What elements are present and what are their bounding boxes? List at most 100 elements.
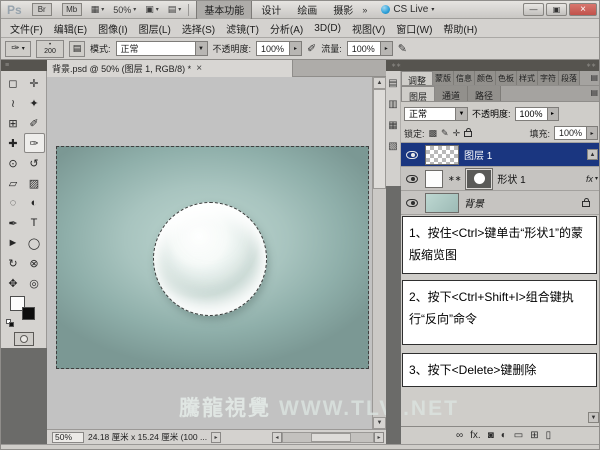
menu-item[interactable]: 图像(I)	[94, 19, 131, 38]
flow-input[interactable]: 100% ▸	[347, 41, 393, 56]
panel-drag-bar[interactable]: ∗∗ ∗∗	[386, 60, 600, 71]
visibility-toggle[interactable]	[404, 199, 420, 207]
close-tab-icon[interactable]: ×	[196, 63, 202, 74]
background-color-swatch[interactable]	[22, 307, 35, 320]
status-options-icon[interactable]: ▸	[211, 432, 221, 443]
tab-paths[interactable]: 路径	[468, 86, 501, 101]
layer-opacity-input[interactable]: 100% ▸	[515, 107, 559, 121]
arrange-documents-button[interactable]: ▦ ▾	[91, 4, 105, 15]
layer-thumbnail[interactable]	[425, 170, 443, 188]
eraser-tool[interactable]: ▱	[3, 173, 24, 193]
lock-all-icon[interactable]	[464, 131, 472, 137]
workspace-overflow-button[interactable]: »	[362, 5, 367, 15]
scrollbar-thumb[interactable]	[311, 433, 351, 442]
quick-selection-tool[interactable]: ✦	[24, 93, 45, 113]
mask-link-icon[interactable]: ∗∗	[448, 174, 461, 183]
tab-swatches[interactable]: 色板	[496, 71, 517, 85]
horizontal-scrollbar[interactable]: ◂ ▸	[272, 432, 384, 443]
gradient-tool[interactable]: ▨	[24, 173, 45, 193]
layer-thumbnail[interactable]	[425, 145, 459, 165]
new-layer-icon[interactable]: ⊞	[530, 431, 538, 441]
path-selection-tool[interactable]: ►	[3, 233, 24, 253]
layers-scroll-up-icon[interactable]: ▲	[587, 149, 598, 160]
tab-masks[interactable]: 蒙版	[433, 71, 454, 85]
menu-item[interactable]: 窗口(W)	[392, 19, 436, 38]
workspace-design[interactable]: 设计	[254, 0, 288, 19]
screen-mode-button[interactable]: ▣ ▾	[145, 4, 159, 15]
menu-item[interactable]: 滤镜(T)	[222, 19, 263, 38]
clone-stamp-tool[interactable]: ⊙	[3, 153, 24, 173]
bridge-button[interactable]: Br	[32, 3, 52, 16]
tab-channels[interactable]: 通道	[435, 86, 468, 101]
tab-styles[interactable]: 样式	[517, 71, 538, 85]
menu-item[interactable]: 帮助(H)	[439, 19, 481, 38]
menu-item[interactable]: 3D(D)	[310, 21, 345, 36]
scrollbar-thumb[interactable]	[373, 89, 386, 189]
cs-live-button[interactable]: CS Live ▾	[381, 4, 434, 15]
menu-item[interactable]: 视图(V)	[348, 19, 389, 38]
document-tab[interactable]: 背景.psd @ 50% (图层 1, RGB/8) * ×	[47, 60, 293, 77]
layer-blend-mode-select[interactable]: 正常 ▼	[404, 107, 468, 121]
scroll-right-icon[interactable]: ▸	[374, 432, 384, 443]
layer-row-shape1[interactable]: ∗∗ 形状 1 fx ▾	[401, 167, 600, 191]
zoom-level-dropdown[interactable]: 50% ▾	[113, 5, 136, 15]
quick-mask-button[interactable]	[14, 332, 34, 346]
visibility-toggle[interactable]	[404, 151, 420, 159]
close-button[interactable]: ×	[569, 3, 597, 16]
scroll-up-icon[interactable]: ▲	[373, 77, 386, 89]
tab-character[interactable]: 字符	[538, 71, 559, 85]
layer-fill-input[interactable]: 100% ▸	[554, 126, 598, 140]
layer-thumbnail[interactable]	[425, 193, 459, 213]
lock-transparency-icon[interactable]: ▩	[429, 128, 438, 139]
dock-panel-icon-1[interactable]: ▤	[388, 79, 397, 89]
tab-info[interactable]: 信息	[454, 71, 475, 85]
workspace-photography[interactable]: 摄影	[326, 0, 360, 19]
mini-bridge-button[interactable]: Mb	[62, 3, 82, 16]
blur-tool[interactable]: ◌	[3, 193, 24, 213]
type-tool[interactable]: T	[24, 213, 45, 233]
hand-tool[interactable]: ✥	[3, 273, 24, 293]
layer-row-background[interactable]: 背景	[401, 191, 600, 215]
tab-paragraph[interactable]: 段落	[559, 71, 580, 85]
workspace-essentials[interactable]: 基本功能	[196, 0, 252, 20]
panel-menu-icon[interactable]: ▤	[587, 86, 600, 101]
adjustment-layer-icon[interactable]: ◐	[501, 431, 507, 441]
3d-orbit-tool[interactable]: ⊗	[24, 253, 45, 273]
status-zoom-input[interactable]: 50%	[52, 432, 84, 443]
document-image[interactable]	[56, 146, 369, 369]
dock-panel-icon-4[interactable]: ▧	[388, 142, 397, 152]
tool-preset-picker[interactable]: ✑ ▾	[5, 41, 31, 57]
menu-item[interactable]: 编辑(E)	[50, 19, 91, 38]
zoom-tool[interactable]: ◎	[24, 273, 45, 293]
layer-style-icon[interactable]: fx.	[470, 431, 481, 441]
view-extras-button[interactable]: ▤ ▾	[168, 4, 182, 15]
lasso-tool[interactable]: ≀	[3, 93, 24, 113]
layers-scroll-down-icon[interactable]: ▼	[588, 412, 599, 423]
dock-panel-icon-3[interactable]: ▦	[388, 121, 397, 131]
pen-tool[interactable]: ✒	[3, 213, 24, 233]
minimize-button[interactable]: —	[523, 3, 544, 16]
default-colors-icon[interactable]	[9, 322, 14, 327]
menu-item[interactable]: 文件(F)	[6, 19, 47, 38]
history-brush-tool[interactable]: ↺	[24, 153, 45, 173]
3d-rotate-tool[interactable]: ↻	[3, 253, 24, 273]
toggle-brush-panel-button[interactable]: ▤	[69, 41, 85, 57]
scroll-down-icon[interactable]: ▼	[373, 417, 386, 429]
blend-mode-select[interactable]: 正常 ▼	[116, 41, 208, 56]
canvas-area[interactable]	[47, 77, 372, 429]
tab-layers[interactable]: 图层	[401, 86, 435, 101]
pearl-circle-selection[interactable]	[153, 202, 267, 316]
visibility-toggle[interactable]	[404, 175, 420, 183]
ellipse-tool[interactable]: ◯	[24, 233, 45, 253]
dodge-tool[interactable]: ◐	[24, 193, 45, 213]
menu-item[interactable]: 图层(L)	[135, 19, 175, 38]
workspace-painting[interactable]: 绘画	[290, 0, 324, 19]
menu-item[interactable]: 分析(A)	[266, 19, 307, 38]
scroll-left-icon[interactable]: ◂	[272, 432, 282, 443]
lock-paint-icon[interactable]: ✎	[441, 128, 449, 139]
delete-layer-icon[interactable]: ▯	[546, 431, 552, 441]
tab-adjustments[interactable]: 调整	[401, 71, 433, 85]
airbrush-icon[interactable]: ✎	[398, 42, 407, 55]
rectangular-marquee-tool[interactable]: ◻	[3, 73, 24, 93]
eyedropper-tool[interactable]: ✐	[24, 113, 45, 133]
